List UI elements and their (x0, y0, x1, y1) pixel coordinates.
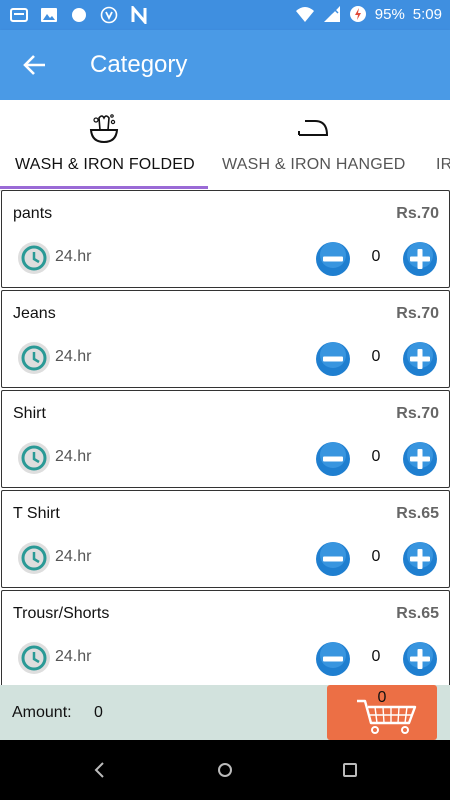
nav-recents-icon[interactable] (340, 760, 360, 780)
minus-button[interactable] (315, 241, 351, 277)
item-duration: 24.hr (55, 248, 92, 265)
item-duration: 24.hr (55, 448, 92, 465)
amount-value: 0 (94, 704, 103, 721)
list-item: pants Rs.70 24.hr 0 (1, 190, 450, 288)
minus-button[interactable] (315, 341, 351, 377)
item-price: Rs.70 (396, 405, 439, 422)
battery-percent: 95% (374, 5, 405, 23)
battery-icon (349, 6, 366, 22)
plus-button[interactable] (402, 641, 438, 677)
minus-button[interactable] (315, 441, 351, 477)
n-icon (131, 6, 147, 24)
circle-icon (72, 8, 86, 22)
list-item: Shirt Rs.70 24.hr 0 (1, 390, 450, 488)
washing-basin-icon (89, 114, 119, 144)
list-item: T Shirt Rs.65 24.hr 0 (1, 490, 450, 588)
item-name: Shirt (13, 405, 46, 422)
cart-count: 0 (377, 689, 387, 706)
minus-button[interactable] (315, 541, 351, 577)
item-quantity: 0 (371, 448, 381, 465)
image-icon (41, 8, 57, 22)
list-item: Trousr/Shorts Rs.65 24.hr 0 (1, 590, 450, 685)
tab-label: IR (436, 156, 450, 173)
item-name: T Shirt (13, 505, 60, 522)
item-quantity: 0 (371, 548, 381, 565)
history-icon (18, 542, 50, 574)
item-duration: 24.hr (55, 548, 92, 565)
iron-icon (298, 120, 329, 136)
amount-label: Amount: (12, 704, 72, 721)
plus-button[interactable] (402, 341, 438, 377)
item-price: Rs.70 (396, 305, 439, 322)
history-icon (18, 642, 50, 674)
plus-button[interactable] (402, 241, 438, 277)
tab-indicator (0, 186, 208, 189)
item-name: Trousr/Shorts (13, 605, 110, 622)
item-price: Rs.65 (396, 605, 439, 622)
nav-back-icon[interactable] (90, 760, 110, 780)
category-tabs: WASH & IRON FOLDED WASH & IRON HANGED IR (0, 100, 450, 191)
item-list: pants Rs.70 24.hr 0 Jeans Rs.70 24.hr 0 … (0, 190, 450, 685)
arrow-left-icon[interactable] (22, 52, 48, 78)
cart-button[interactable]: 0 (327, 685, 437, 740)
signal-icon (323, 6, 340, 22)
tab-wash-iron-hanged[interactable]: WASH & IRON HANGED (208, 100, 416, 190)
item-quantity: 0 (371, 348, 381, 365)
tab-label: WASH & IRON FOLDED (15, 156, 195, 173)
tab-label: WASH & IRON HANGED (222, 156, 406, 173)
item-quantity: 0 (371, 648, 381, 665)
item-duration: 24.hr (55, 648, 92, 665)
shield-icon (100, 6, 118, 24)
minus-button[interactable] (315, 641, 351, 677)
history-icon (18, 342, 50, 374)
system-nav-bar (0, 740, 450, 800)
item-quantity: 0 (371, 248, 381, 265)
nav-home-icon[interactable] (215, 760, 235, 780)
history-icon (18, 242, 50, 274)
history-icon (18, 442, 50, 474)
plus-button[interactable] (402, 441, 438, 477)
app-bar: Category (0, 30, 450, 100)
status-bar: 95% 5:09 (0, 0, 450, 30)
item-duration: 24.hr (55, 348, 92, 365)
item-price: Rs.70 (396, 205, 439, 222)
plus-button[interactable] (402, 541, 438, 577)
tab-wash-iron-folded[interactable]: WASH & IRON FOLDED (0, 100, 208, 190)
item-name: pants (13, 205, 53, 222)
page-title: Category (90, 51, 188, 78)
clock-time: 5:09 (412, 5, 442, 23)
message-icon (10, 8, 28, 22)
item-name: Jeans (13, 305, 56, 322)
list-item: Jeans Rs.70 24.hr 0 (1, 290, 450, 388)
tab-ir[interactable]: IR (416, 100, 450, 190)
item-price: Rs.65 (396, 505, 439, 522)
wifi-icon (295, 7, 314, 22)
